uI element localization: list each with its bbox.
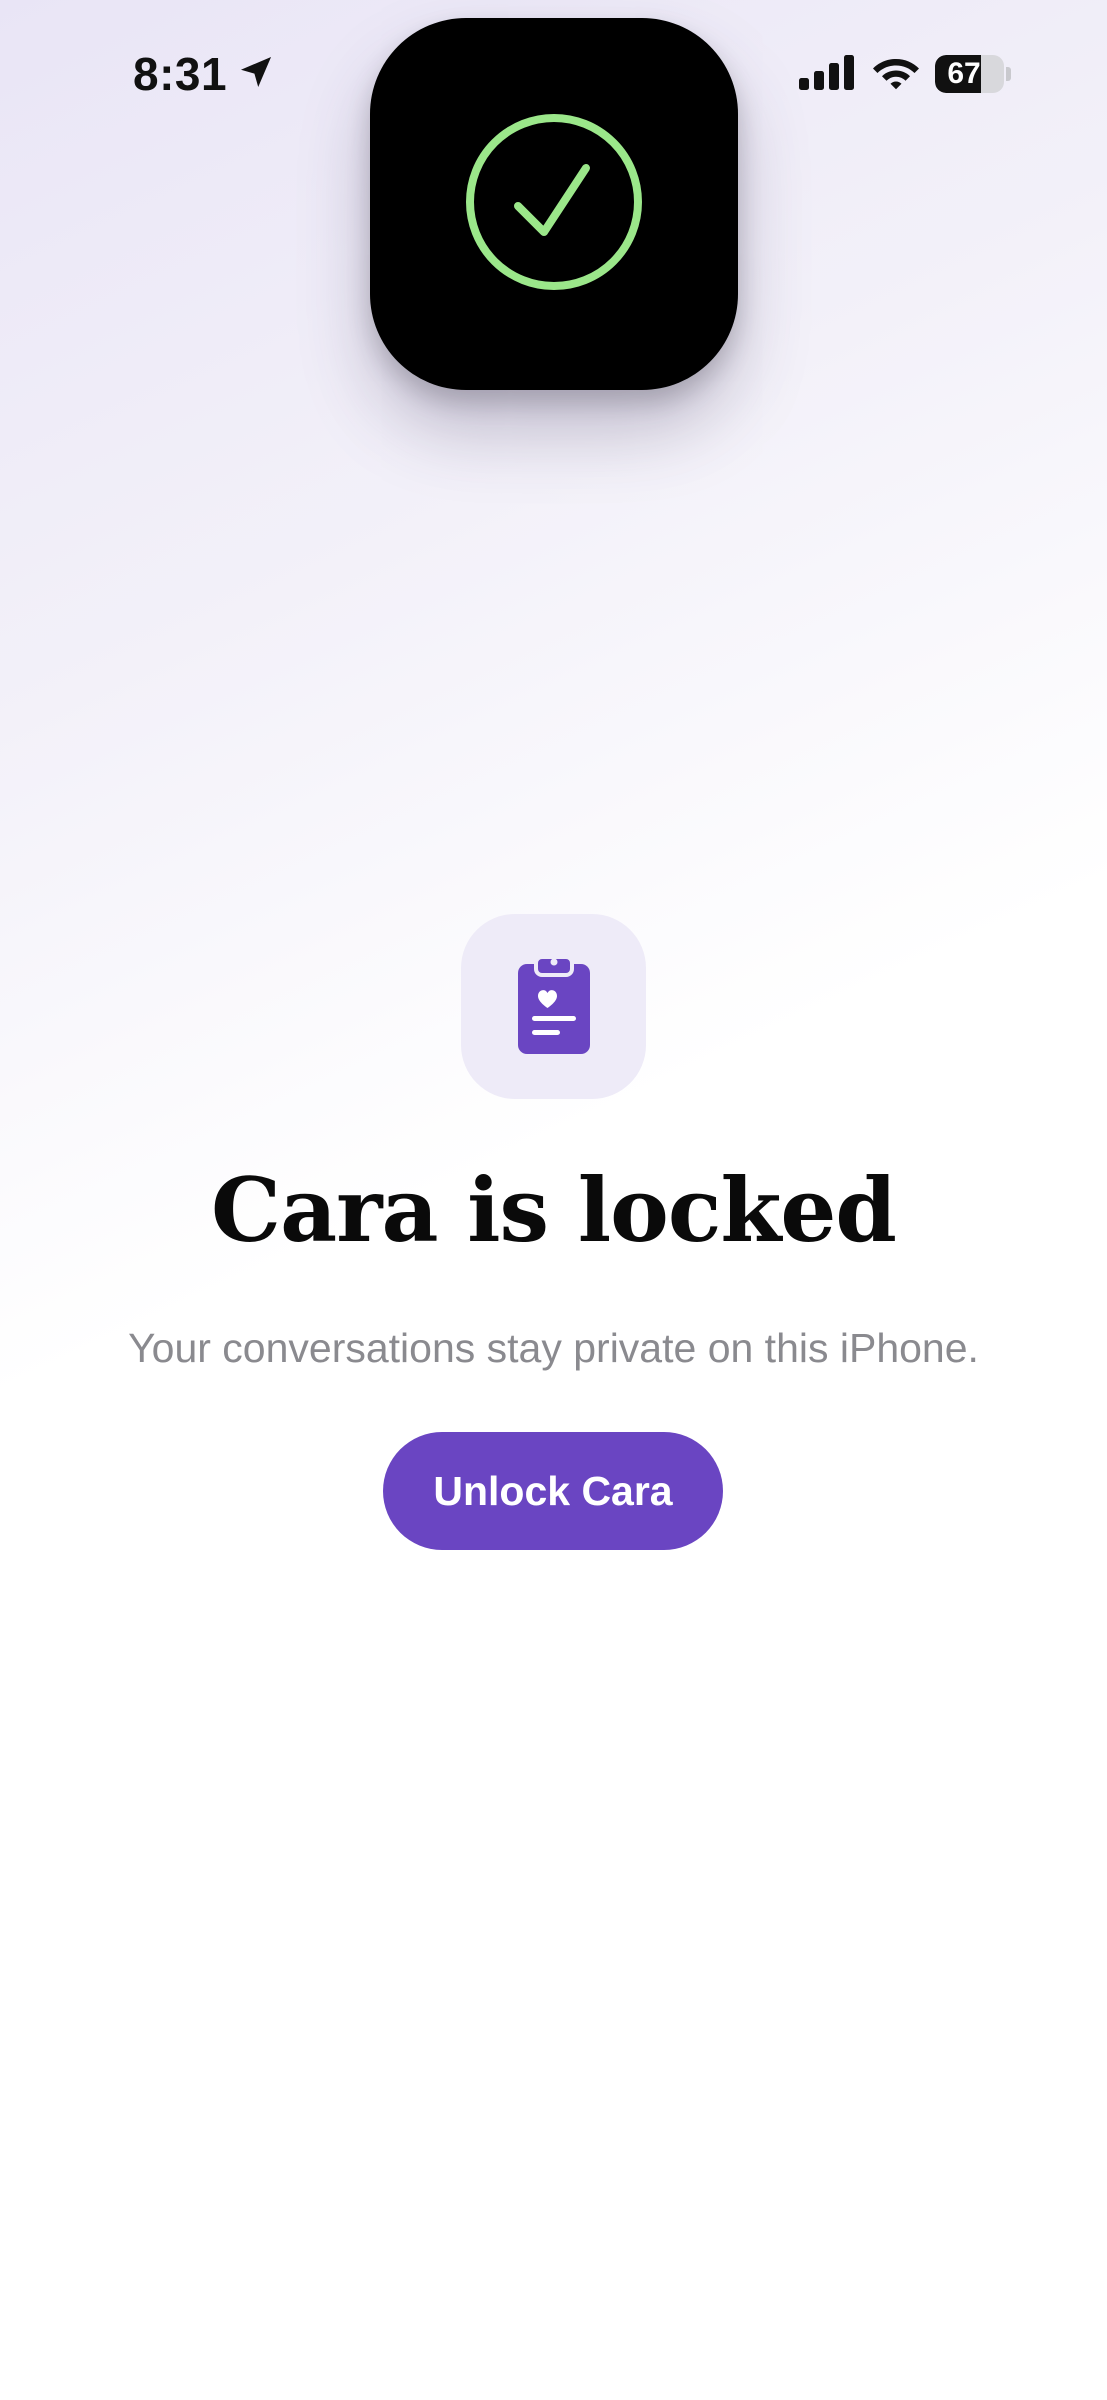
unlock-button[interactable]: Unlock Cara	[383, 1432, 723, 1550]
lock-title: Cara is locked	[211, 1158, 897, 1262]
lock-subtitle: Your conversations stay private on this …	[128, 1325, 979, 1371]
app-lock-screen: 8:31 67 Cara is locked Your conversation…	[0, 0, 1107, 2400]
clipboard-heart-icon	[517, 954, 590, 1059]
lock-icon-tile	[461, 914, 646, 1099]
battery-icon: 67	[935, 55, 1011, 93]
checkmark-circle-icon	[462, 110, 646, 299]
status-time-group: 8:31	[133, 44, 275, 104]
wifi-icon	[871, 53, 921, 96]
app-icon-overlay	[370, 18, 738, 390]
battery-percent: 67	[947, 57, 981, 90]
battery-cap	[1006, 67, 1011, 81]
location-arrow-icon	[237, 53, 275, 96]
status-indicators: 67	[799, 48, 1011, 100]
cellular-signal-icon	[799, 54, 857, 95]
battery-body: 67	[935, 55, 1005, 93]
status-time: 8:31	[133, 48, 228, 100]
